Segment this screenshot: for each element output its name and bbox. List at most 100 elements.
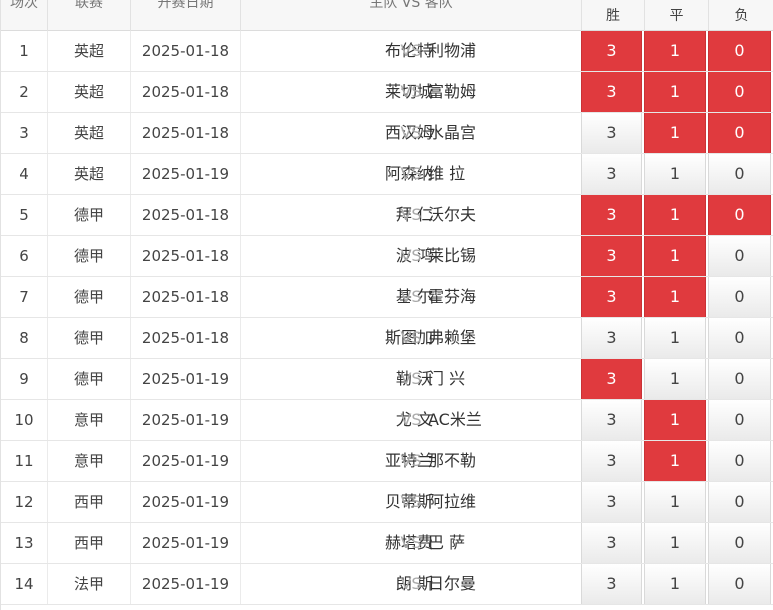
win-option-button[interactable]: 3	[581, 277, 642, 317]
draw-option-button[interactable]: 1	[644, 441, 706, 481]
win-option-button[interactable]: 3	[581, 400, 642, 440]
vs-label: VS	[400, 369, 422, 388]
loss-option-button[interactable]: 0	[708, 113, 771, 153]
table-row: 6 德甲 2025-01-18 波 鸿 VS 莱比锡 3 1 0	[1, 236, 773, 277]
loss-option-button[interactable]: 0	[708, 31, 771, 71]
win-option-button[interactable]: 3	[581, 31, 642, 71]
match-teams: 贝蒂斯 VS 阿拉维	[241, 482, 581, 522]
loss-option-button[interactable]: 0	[708, 441, 771, 481]
league-name: 意甲	[48, 441, 131, 481]
match-number: 8	[1, 318, 48, 358]
match-number: 5	[1, 195, 48, 235]
draw-option-button[interactable]: 1	[644, 72, 706, 112]
away-team: AC米兰	[428, 410, 482, 429]
match-number: 4	[1, 154, 48, 194]
match-teams: 朗 斯 VS 日尔曼	[241, 564, 581, 604]
away-team: 巴 萨	[428, 533, 466, 552]
away-team: 门 兴	[428, 369, 466, 388]
match-date: 2025-01-18	[131, 72, 241, 112]
draw-option-button[interactable]: 1	[644, 400, 706, 440]
win-option-button[interactable]: 3	[581, 482, 642, 522]
loss-option-button[interactable]: 0	[708, 400, 771, 440]
draw-option-button[interactable]: 1	[644, 482, 706, 522]
draw-option-button[interactable]: 1	[644, 523, 706, 563]
league-name: 德甲	[48, 195, 131, 235]
table-row: 5 德甲 2025-01-18 拜 仁 VS 沃尔夫 3 1 0	[1, 195, 773, 236]
table-row: 10 意甲 2025-01-19 尤 文 VS AC米兰 3 1 0	[1, 400, 773, 441]
win-option-button[interactable]: 3	[581, 441, 642, 481]
table-row: 13 西甲 2025-01-19 赫塔费 VS 巴 萨310	[1, 523, 773, 564]
match-date: 2025-01-19	[131, 482, 241, 522]
league-name: 意甲	[48, 400, 131, 440]
match-number: 3	[1, 113, 48, 153]
league-name: 德甲	[48, 359, 131, 399]
match-date: 2025-01-19	[131, 154, 241, 194]
match-teams: 勒 沃 VS 门 兴	[241, 359, 581, 399]
loss-option-button[interactable]: 0	[708, 482, 771, 522]
win-option-button[interactable]: 3	[581, 72, 642, 112]
match-date: 2025-01-18	[131, 236, 241, 276]
vs-label: VS	[400, 492, 422, 511]
header-league: 联赛	[48, 0, 131, 31]
draw-option-button[interactable]: 1	[644, 277, 706, 317]
vs-label: VS	[400, 410, 422, 429]
loss-option-button[interactable]: 0	[708, 72, 771, 112]
loss-option-button[interactable]: 0	[708, 195, 771, 235]
draw-option-button[interactable]: 1	[644, 31, 706, 71]
loss-option-button[interactable]: 0	[708, 318, 771, 358]
table-row: 7 德甲 2025-01-18 基 尔 VS 霍芬海 3 1 0	[1, 277, 773, 318]
match-date: 2025-01-19	[131, 564, 241, 604]
match-teams: 尤 文 VS AC米兰	[241, 400, 581, 440]
win-option-button[interactable]: 3	[581, 154, 642, 194]
match-teams: 赫塔费 VS 巴 萨	[241, 523, 581, 563]
draw-option-button[interactable]: 1	[644, 113, 706, 153]
match-date: 2025-01-18	[131, 113, 241, 153]
away-team: 那不勒	[428, 451, 477, 470]
win-option-button[interactable]: 3	[581, 195, 642, 235]
draw-option-button[interactable]: 1	[644, 318, 706, 358]
away-team: 日尔曼	[428, 574, 477, 593]
draw-option-button[interactable]: 1	[644, 359, 706, 399]
draw-option-button[interactable]: 1	[644, 564, 706, 604]
vs-label: VS	[400, 574, 422, 593]
header-match: 主队 VS 客队	[369, 0, 453, 11]
draw-option-button[interactable]: 1	[644, 195, 706, 235]
loss-option-button[interactable]: 0	[708, 523, 771, 563]
win-option-button[interactable]: 3	[581, 236, 642, 276]
loss-option-button[interactable]: 0	[708, 154, 771, 194]
match-date: 2025-01-19	[131, 359, 241, 399]
loss-option-button[interactable]: 0	[708, 564, 771, 604]
table-row: 1 英超 2025-01-18 布伦特 VS 利物浦 3 1 0	[1, 31, 773, 72]
league-name: 英超	[48, 72, 131, 112]
match-date: 2025-01-19	[131, 523, 241, 563]
draw-option-button[interactable]: 1	[644, 154, 706, 194]
league-name: 英超	[48, 31, 131, 71]
draw-option-button[interactable]: 1	[644, 236, 706, 276]
away-team: 利物浦	[428, 41, 477, 60]
match-teams: 布伦特 VS 利物浦	[241, 31, 581, 71]
match-number: 13	[1, 523, 48, 563]
win-option-button[interactable]: 3	[581, 113, 642, 153]
vs-label: VS	[400, 164, 422, 183]
match-number: 14	[1, 564, 48, 604]
win-option-button[interactable]: 3	[581, 523, 642, 563]
match-date: 2025-01-18	[131, 195, 241, 235]
win-option-button[interactable]: 3	[581, 564, 642, 604]
table-row: 12 西甲 2025-01-19 贝蒂斯 VS 阿拉维 3 1 0	[1, 482, 773, 523]
match-teams: 阿森纳 VS 维 拉	[241, 154, 581, 194]
table-row: 9 德甲 2025-01-19 勒 沃 VS 门 兴310	[1, 359, 773, 400]
win-option-button[interactable]: 3	[581, 359, 642, 399]
league-name: 西甲	[48, 523, 131, 563]
league-name: 英超	[48, 113, 131, 153]
away-team: 弗赖堡	[428, 328, 477, 347]
loss-option-button[interactable]: 0	[708, 277, 771, 317]
vs-label: VS	[400, 287, 422, 306]
vs-label: VS	[400, 41, 422, 60]
header-draw: 平	[644, 0, 708, 31]
header-loss: 负	[708, 0, 773, 31]
loss-option-button[interactable]: 0	[708, 236, 771, 276]
table-body: 1 英超 2025-01-18 布伦特 VS 利物浦 3 1 0 2 英超 2025-01-18 莱切城…	[1, 31, 773, 605]
win-option-button[interactable]: 3	[581, 318, 642, 358]
match-teams: 基 尔 VS 霍芬海	[241, 277, 581, 317]
loss-option-button[interactable]: 0	[708, 359, 771, 399]
